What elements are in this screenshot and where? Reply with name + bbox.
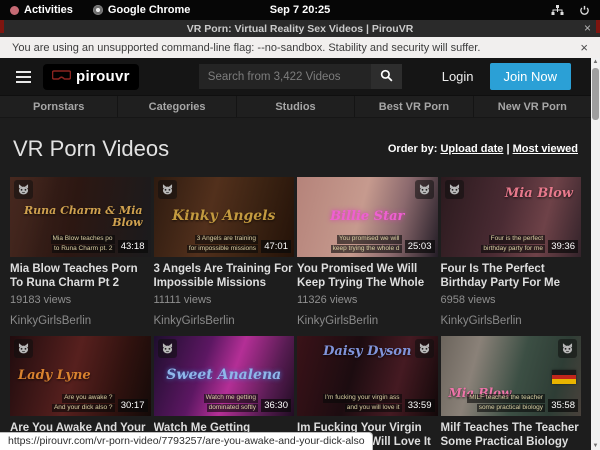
video-thumbnail[interactable]: Sweet Analena Watch me gettingdominated …: [154, 336, 295, 416]
scrollbar-thumb[interactable]: [592, 68, 599, 120]
view-count: 6958 views: [441, 294, 582, 306]
site-logo[interactable]: pirouvr: [43, 64, 139, 90]
video-thumbnail[interactable]: Kinky Angels 3 Angels are trainingfor im…: [154, 177, 295, 257]
video-title-link[interactable]: Four Is The Perfect Birthday Party For M…: [441, 263, 582, 290]
video-thumbnail[interactable]: Mia Blow MILF teaches the teachersome pr…: [441, 336, 582, 416]
video-card: Runa Charm & Mia Blow Mia Blow teaches p…: [10, 177, 151, 327]
thumbnail-captions: MILF teaches the teachersome practical b…: [467, 394, 545, 412]
chrome-app-icon: [93, 5, 103, 15]
join-now-button[interactable]: Join Now: [490, 63, 571, 90]
thumbnail-captions: 3 Angels are trainingfor impossible miss…: [187, 235, 258, 253]
activities-label: Activities: [24, 4, 73, 16]
chrome-infobar: You are using an unsupported command-lin…: [0, 37, 600, 58]
video-thumbnail[interactable]: Billie Star You promised we willkeep try…: [297, 177, 438, 257]
browser-title-bar: VR Porn: Virtual Reality Sex Videos | Pi…: [0, 20, 600, 37]
page-head: VR Porn Videos Order by: Upload date | M…: [10, 118, 581, 177]
window-title: VR Porn: Virtual Reality Sex Videos | Pi…: [187, 23, 414, 35]
duration-badge: 33:59: [405, 399, 435, 412]
vr-goggles-icon: [52, 68, 71, 86]
search-input[interactable]: [199, 64, 371, 89]
duration-badge: 47:01: [261, 240, 291, 253]
infobar-message: You are using an unsupported command-lin…: [12, 42, 480, 54]
order-most-viewed-link[interactable]: Most viewed: [513, 143, 578, 155]
duration-badge: 39:36: [548, 240, 578, 253]
nav-item-best-vr-porn[interactable]: Best VR Porn: [355, 96, 473, 117]
duration-badge: 35:58: [548, 399, 578, 412]
video-card: Mia Blow MILF teaches the teachersome pr…: [441, 336, 582, 450]
video-grid: Runa Charm & Mia Blow Mia Blow teaches p…: [10, 177, 581, 450]
nav-item-new-vr-porn[interactable]: New VR Porn: [474, 96, 591, 117]
nav-item-pornstars[interactable]: Pornstars: [0, 96, 118, 117]
video-title-link[interactable]: Milf Teaches The Teacher Some Practical …: [441, 422, 582, 449]
site-logo-text: pirouvr: [76, 68, 130, 85]
main-nav: Pornstars Categories Studios Best VR Por…: [0, 95, 591, 118]
scroll-down-icon[interactable]: ▼: [593, 442, 599, 450]
thumbnail-captions: Watch me gettingdominated softly: [204, 394, 258, 412]
video-title-link[interactable]: 3 Angels Are Training For Impossible Mis…: [154, 263, 295, 290]
video-card: Mia Blow Four is the perfectbirthday par…: [441, 177, 582, 327]
studio-link[interactable]: KinkyGirlsBerlin: [441, 315, 582, 327]
video-title-link[interactable]: You Promised We Will Keep Trying The Who…: [297, 263, 438, 290]
view-count: 11111 views: [154, 294, 295, 306]
order-separator: |: [506, 143, 509, 155]
duration-badge: 25:03: [405, 240, 435, 253]
order-by: Order by: Upload date | Most viewed: [388, 143, 578, 155]
video-thumbnail[interactable]: Mia Blow Four is the perfectbirthday par…: [441, 177, 582, 257]
thumbnail-captions: I'm fucking your virgin assand you will …: [323, 394, 402, 412]
thumbnail-captions: Mia Blow teaches poto Runa Charm pt. 2: [51, 235, 115, 253]
wallpaper-corner: [596, 20, 600, 33]
view-count: 19183 views: [10, 294, 151, 306]
video-title-link[interactable]: Mia Blow Teaches Porn To Runa Charm Pt 2: [10, 263, 151, 290]
web-page: pirouvr Login Join Now Pornstars Categor…: [0, 58, 591, 450]
site-header: pirouvr Login Join Now: [0, 58, 591, 95]
menu-hamburger-icon[interactable]: [16, 71, 31, 83]
thumbnail-captions: You promised we willkeep trying the whol…: [331, 235, 402, 253]
nav-item-categories[interactable]: Categories: [118, 96, 236, 117]
video-thumbnail[interactable]: Runa Charm & Mia Blow Mia Blow teaches p…: [10, 177, 151, 257]
video-thumbnail[interactable]: Lady Lyne Are you awake ?And your dick a…: [10, 336, 151, 416]
thumbnail-captions: Four is the perfectbirthday party for me: [481, 235, 545, 253]
network-icon[interactable]: [551, 5, 564, 16]
duration-badge: 30:17: [118, 399, 148, 412]
scrollbar[interactable]: ▲ ▼: [591, 58, 600, 450]
login-link[interactable]: Login: [442, 69, 474, 84]
wallpaper-corner: [0, 20, 4, 33]
activities-button[interactable]: Activities: [10, 4, 73, 16]
window-close-icon[interactable]: ×: [584, 21, 591, 35]
clock[interactable]: Sep 7 20:25: [270, 4, 331, 16]
search-button[interactable]: [371, 64, 402, 89]
status-bar-url: https://pirouvr.com/vr-porn-video/779325…: [0, 432, 373, 450]
duration-badge: 43:18: [118, 240, 148, 253]
os-top-bar: Activities Google Chrome Sep 7 20:25: [0, 0, 600, 20]
page-content: VR Porn Videos Order by: Upload date | M…: [0, 118, 591, 450]
power-icon[interactable]: [579, 5, 590, 16]
page-title: VR Porn Videos: [13, 136, 169, 162]
infobar-close-icon[interactable]: ×: [580, 40, 588, 55]
studio-link[interactable]: KinkyGirlsBerlin: [297, 315, 438, 327]
search-icon: [380, 69, 393, 85]
video-card: Billie Star You promised we willkeep try…: [297, 177, 438, 327]
duration-badge: 36:30: [261, 399, 291, 412]
app-menu-label: Google Chrome: [108, 4, 191, 16]
video-thumbnail[interactable]: Daisy Dyson I'm fucking your virgin assa…: [297, 336, 438, 416]
order-upload-date-link[interactable]: Upload date: [440, 143, 503, 155]
nav-item-studios[interactable]: Studios: [237, 96, 355, 117]
app-menu-google-chrome[interactable]: Google Chrome: [93, 4, 191, 16]
distro-dot-icon: [10, 6, 19, 15]
studio-link[interactable]: KinkyGirlsBerlin: [154, 315, 295, 327]
video-card: Kinky Angels 3 Angels are trainingfor im…: [154, 177, 295, 327]
view-count: 11326 views: [297, 294, 438, 306]
thumbnail-captions: Are you awake ?And your dick also ?: [52, 394, 115, 412]
search-bar: [199, 64, 402, 89]
scroll-up-icon[interactable]: ▲: [593, 58, 599, 66]
studio-link[interactable]: KinkyGirlsBerlin: [10, 315, 151, 327]
order-by-label: Order by:: [388, 143, 438, 155]
